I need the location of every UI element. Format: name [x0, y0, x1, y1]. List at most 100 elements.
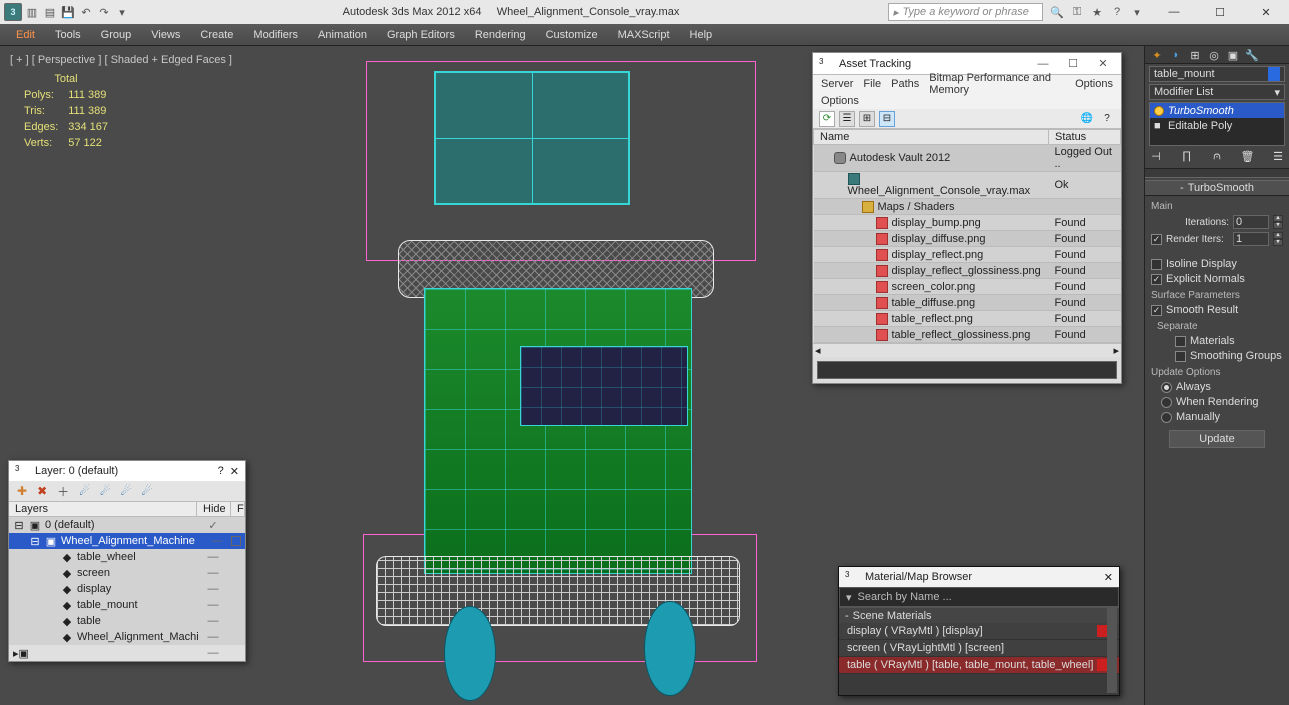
object-color-swatch[interactable] [1268, 67, 1280, 81]
panel-help[interactable]: ? [218, 465, 224, 477]
menu-help[interactable]: Help [680, 29, 723, 41]
render-iters-checkbox[interactable] [1151, 234, 1162, 245]
asset-tool-list-icon[interactable]: ☰ [839, 111, 855, 127]
layer-highlight-icon[interactable]: ☄ [100, 484, 111, 498]
help-drop-icon[interactable]: ▾ [1129, 4, 1145, 20]
update-manual-radio[interactable] [1161, 412, 1172, 423]
viewport-label[interactable]: [ + ] [ Perspective ] [ Shaded + Edged F… [10, 54, 232, 66]
layer-delete-icon[interactable]: ✖ [37, 484, 47, 498]
panel-close[interactable]: ✕ [1104, 571, 1113, 584]
panel-close[interactable]: ✕ [230, 465, 239, 478]
menu-maxscript[interactable]: MAXScript [608, 29, 680, 41]
star-icon[interactable]: ★ [1089, 4, 1105, 20]
asset-row[interactable]: table_reflect.pngFound [814, 311, 1121, 327]
update-button[interactable]: Update [1169, 430, 1265, 448]
infocenter-search[interactable]: ▸ Type a keyword or phrase [888, 3, 1043, 21]
asset-row[interactable]: display_diffuse.pngFound [814, 231, 1121, 247]
modifier-stack[interactable]: TurboSmooth■Editable Poly [1149, 102, 1285, 146]
menu-animation[interactable]: Animation [308, 29, 377, 41]
show-end-result-icon[interactable]: ∏ [1180, 150, 1194, 164]
asset-menu-options[interactable]: Options [1075, 78, 1113, 90]
pin-stack-icon[interactable]: ⊣ [1149, 150, 1163, 164]
sep-groups-checkbox[interactable] [1175, 351, 1186, 362]
asset-menu-server[interactable]: Server [821, 78, 853, 90]
iterations-spinner[interactable]: 0 [1233, 215, 1269, 229]
tab-hierarchy-icon[interactable]: ⊞ [1187, 48, 1203, 62]
col-f[interactable]: F [231, 502, 245, 516]
asset-row[interactable]: screen_color.pngFound [814, 279, 1121, 295]
update-render-radio[interactable] [1161, 397, 1172, 408]
layer-row[interactable]: ⊟▣Wheel_Alignment_Machine— [9, 533, 245, 549]
modifier-editable-poly[interactable]: ■Editable Poly [1150, 118, 1284, 133]
remove-modifier-icon[interactable]: 🗑 [1241, 150, 1255, 164]
qat-new-icon[interactable]: ▥ [24, 4, 40, 20]
col-layers[interactable]: Layers [9, 502, 197, 516]
asset-menu-options[interactable]: Options [821, 95, 859, 107]
iterations-spin-buttons[interactable]: ▴▾ [1273, 215, 1283, 229]
selected-object-name[interactable]: table_mount [1149, 66, 1285, 82]
mat-section-header[interactable]: -Scene Materials [839, 607, 1119, 623]
asset-menu-file[interactable]: File [863, 78, 881, 90]
col-name[interactable]: Name [814, 130, 1049, 145]
asset-tool-help-icon[interactable]: ? [1099, 111, 1115, 127]
qat-undo-icon[interactable]: ↶ [78, 4, 94, 20]
app-icon[interactable]: 3 [4, 3, 22, 21]
col-status[interactable]: Status [1049, 130, 1121, 145]
material-row[interactable]: table ( VRayMtl ) [table, table_mount, t… [839, 657, 1119, 674]
asset-tool-globe-icon[interactable]: 🌐 [1079, 111, 1095, 127]
sep-materials-checkbox[interactable] [1175, 336, 1186, 347]
menu-customize[interactable]: Customize [536, 29, 608, 41]
asset-row[interactable]: Maps / Shaders [814, 199, 1121, 215]
window-close[interactable]: ✕ [1243, 0, 1289, 24]
window-maximize[interactable]: ☐ [1197, 0, 1243, 24]
menu-modifiers[interactable]: Modifiers [243, 29, 308, 41]
layer-expand-icon[interactable]: ▸▣ [13, 647, 29, 660]
update-always-radio[interactable] [1161, 382, 1172, 393]
key-icon[interactable]: ⚿ [1069, 4, 1085, 20]
menu-views[interactable]: Views [141, 29, 190, 41]
layer-row[interactable]: ◆table_mount— [9, 597, 245, 613]
asset-row[interactable]: Wheel_Alignment_Console_vray.maxOk [814, 172, 1121, 199]
tab-utilities-icon[interactable]: 🔧 [1244, 48, 1260, 62]
layer-row[interactable]: ◆Wheel_Alignment_Machine— [9, 629, 245, 645]
window-minimize[interactable]: — [1151, 0, 1197, 24]
menu-edit[interactable]: Edit [6, 29, 45, 41]
rollout-header[interactable]: -TurboSmooth [1145, 180, 1289, 196]
menu-group[interactable]: Group [91, 29, 142, 41]
asset-row[interactable]: display_reflect_glossiness.pngFound [814, 263, 1121, 279]
qat-more-icon[interactable]: ▾ [114, 4, 130, 20]
tab-create-icon[interactable]: ✦ [1149, 48, 1165, 62]
material-row[interactable]: screen ( VRayLightMtl ) [screen] [839, 640, 1119, 657]
layer-row[interactable]: ◆table— [9, 613, 245, 629]
mat-options-icon[interactable]: ▾ [846, 591, 852, 604]
layer-new-icon[interactable]: ✚ [17, 484, 27, 498]
tab-motion-icon[interactable]: ◎ [1206, 48, 1222, 62]
make-unique-icon[interactable]: ⩀ [1210, 150, 1224, 164]
qat-save-icon[interactable]: 💾 [60, 4, 76, 20]
mat-scrollbar[interactable] [1107, 607, 1117, 693]
binoculars-icon[interactable]: 🔍 [1049, 4, 1065, 20]
asset-row[interactable]: display_bump.pngFound [814, 215, 1121, 231]
asset-row[interactable]: Autodesk Vault 2012Logged Out .. [814, 145, 1121, 172]
qat-redo-icon[interactable]: ↷ [96, 4, 112, 20]
panel-close[interactable]: ✕ [1091, 57, 1115, 70]
layer-add-icon[interactable]: ＋ [57, 483, 69, 500]
material-row[interactable]: display ( VRayMtl ) [display] [839, 623, 1119, 640]
menu-rendering[interactable]: Rendering [465, 29, 536, 41]
asset-menu-paths[interactable]: Paths [891, 78, 919, 90]
layer-hide-icon[interactable]: ☄ [121, 484, 132, 498]
layer-row[interactable]: ⊟▣0 (default)✓ [9, 517, 245, 533]
smooth-result-checkbox[interactable] [1151, 305, 1162, 316]
tab-modify-icon[interactable]: ◗ [1168, 48, 1184, 62]
asset-path-input[interactable] [817, 361, 1117, 379]
render-iters-spin-buttons[interactable]: ▴▾ [1273, 232, 1283, 246]
modifier-list-dropdown[interactable]: Modifier List▾ [1149, 84, 1285, 100]
panel-minimize[interactable]: — [1031, 58, 1055, 70]
render-iters-spinner[interactable]: 1 [1233, 232, 1269, 246]
asset-menu-bitmap[interactable]: Bitmap Performance and Memory [929, 72, 1065, 96]
asset-tool-refresh-icon[interactable]: ⟳ [819, 111, 835, 127]
menu-graph-editors[interactable]: Graph Editors [377, 29, 465, 41]
asset-scrollbar[interactable] [813, 343, 1121, 357]
qat-open-icon[interactable]: ▤ [42, 4, 58, 20]
modifier-turbosmooth[interactable]: TurboSmooth [1150, 103, 1284, 118]
